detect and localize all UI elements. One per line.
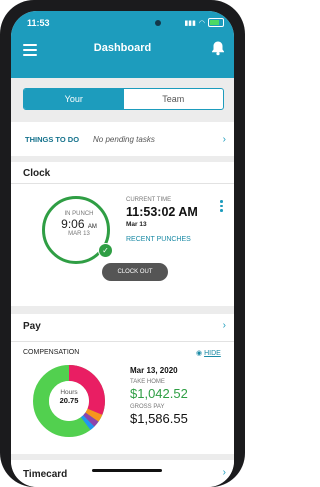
timecard-title: Timecard <box>23 469 68 480</box>
phone-frame: 11:53 ▮▮▮ ◠ Dashboard Your Team THINGS T… <box>0 0 245 487</box>
in-punch-ampm: AM <box>87 224 97 230</box>
tab-your[interactable]: Your <box>24 89 124 109</box>
clock-out-button[interactable]: CLOCK OUT <box>102 263 168 281</box>
chevron-right-icon: › <box>222 133 226 145</box>
recent-punches-link[interactable]: RECENT PUNCHES <box>126 236 198 243</box>
in-punch-time: 9:06 <box>61 217 85 231</box>
take-home-value: $1,042.52 <box>130 386 188 401</box>
pay-title: Pay <box>23 321 41 332</box>
gross-pay-label: GROSS PAY <box>130 404 165 410</box>
wifi-icon: ◠ <box>198 19 205 27</box>
pay-summary: Mar 13, 2020 TAKE HOME $1,042.52 GROSS P… <box>130 366 188 426</box>
current-date: Mar 13 <box>126 221 147 228</box>
home-indicator[interactable] <box>92 469 162 472</box>
pending-tasks-text: No pending tasks <box>93 134 155 144</box>
hide-toggle[interactable]: ◉ HIDE <box>196 349 221 357</box>
battery-icon <box>208 18 224 27</box>
current-time-label: CURRENT TIME <box>126 197 172 203</box>
timecard-card[interactable]: Timecard › <box>11 460 234 487</box>
hours-value: 20.75 <box>59 396 79 405</box>
current-time-block: CURRENT TIME 11:53:02 AM Mar 13 RECENT P… <box>126 197 198 243</box>
divider <box>11 341 234 342</box>
signal-icon: ▮▮▮ <box>184 19 196 27</box>
gross-pay-value: $1,586.55 <box>130 411 188 426</box>
eye-icon: ◉ <box>196 350 203 357</box>
compensation-label: COMPENSATION <box>23 349 80 356</box>
camera-dot <box>155 20 161 26</box>
current-time: 11:53:02 AM <box>126 205 198 219</box>
page-title: Dashboard <box>93 42 152 54</box>
hours-label: Hours <box>60 389 78 396</box>
check-icon: ✓ <box>98 243 113 258</box>
things-to-do-row[interactable]: THINGS TO DO No pending tasks › <box>11 122 234 156</box>
chevron-right-icon[interactable]: › <box>223 320 226 331</box>
things-to-do-label: THINGS TO DO <box>25 134 80 144</box>
pay-date: Mar 13, 2020 <box>130 366 178 375</box>
chevron-right-icon: › <box>222 467 226 478</box>
clock-title: Clock <box>23 168 51 179</box>
app-header: 11:53 ▮▮▮ ◠ Dashboard <box>11 11 234 78</box>
in-punch-date: MAR 13 <box>68 231 90 237</box>
take-home-label: TAKE HOME <box>130 379 165 385</box>
tab-team[interactable]: Team <box>124 89 224 109</box>
hours-center: Hours 20.75 <box>51 389 87 405</box>
hide-label: HIDE <box>204 350 221 357</box>
more-options-icon[interactable] <box>220 200 223 214</box>
bell-icon[interactable] <box>210 40 226 56</box>
your-team-toggle: Your Team <box>23 88 224 110</box>
app-screen: 11:53 ▮▮▮ ◠ Dashboard Your Team THINGS T… <box>11 11 234 487</box>
status-icons: ▮▮▮ ◠ <box>184 18 224 27</box>
divider <box>11 183 234 184</box>
status-time: 11:53 <box>27 18 50 28</box>
